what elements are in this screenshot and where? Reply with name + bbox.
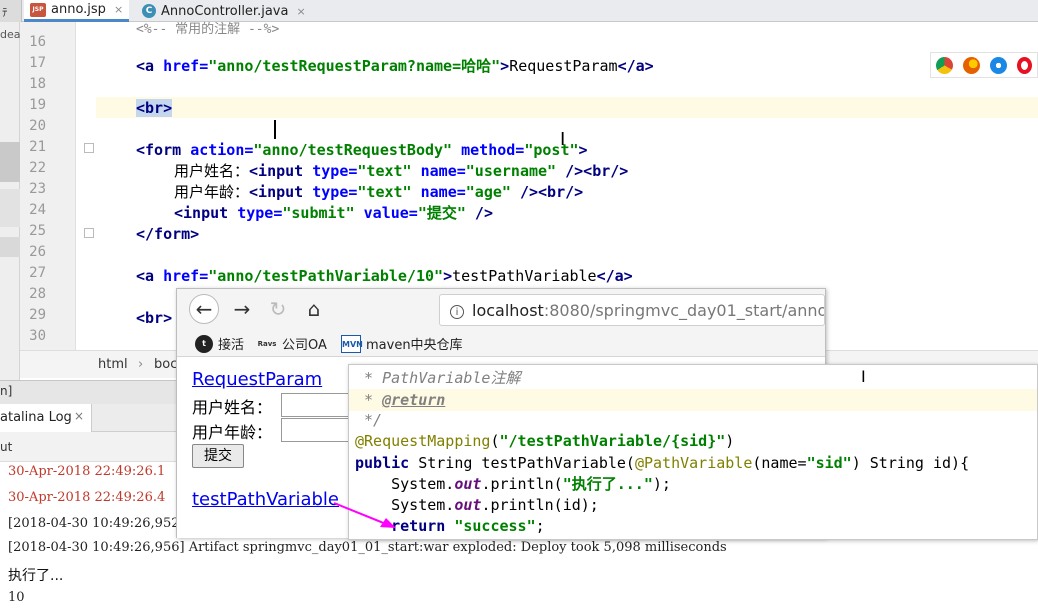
line-number: 24 [29,202,46,218]
address-bar[interactable]: i localhost:8080/springmvc_day01_start/an… [439,294,825,326]
fold-marker-icon[interactable] [84,143,94,153]
reload-button[interactable]: ↻ [263,295,293,323]
console-line: 10 [8,590,25,605]
info-icon[interactable]: i [450,305,464,319]
t-circle-icon: t [195,334,213,353]
age-input[interactable] [281,418,353,442]
jsp-file-icon: JSP [30,2,46,17]
firefox-icon[interactable] [963,56,980,74]
line-number: 21 [29,139,46,155]
popup-code-line: System.out.println("执行了..."); [355,475,671,493]
breadcrumb-item[interactable]: html [98,357,128,372]
popup-comment-line: */ [355,411,383,429]
testpathvariable-link[interactable]: testPathVariable [192,489,339,510]
breadcrumb-separator: › [138,357,144,372]
line-number: 22 [29,160,46,176]
line-number: 30 [29,328,46,344]
controller-code-popup: * PathVariable注解 * @return */ @RequestMa… [348,364,1038,540]
console-line: 30-Apr-2018 22:49:26.1 [8,464,166,479]
code-line-22: 用户姓名：<input type="text" name="username" … [174,162,629,180]
username-input[interactable] [281,393,353,417]
bookmark-item[interactable]: Ravs 公司OA [257,334,327,353]
output-label[interactable]: ut [0,440,12,454]
i-beam-cursor-icon: I [560,129,566,150]
console-line: 30-Apr-2018 22:49:26.4 [8,490,166,505]
breadcrumb-item[interactable]: boc [154,357,177,372]
project-panel-stub[interactable]: ﾃ [0,0,22,22]
line-number: 16 [29,34,46,50]
popup-comment-line: * @return [355,391,446,409]
tab-catalina-log[interactable]: atalina Log × [0,404,92,432]
age-label: 用户年龄： [192,423,273,442]
current-line-highlight [96,97,1038,118]
popup-code-line: return "success"; [355,517,545,535]
code-line-21: <form action="anno/testRequestBody" meth… [136,141,588,159]
code-line-17: <a href="anno/testRequestParam?name=哈哈">… [136,57,654,75]
code-line-27: <a href="anno/testPathVariable/10">testP… [136,267,633,285]
line-number: 26 [29,244,46,260]
tab-label: AnnoController.java [161,3,289,19]
bookmarks-bar: t 接活 Ravs 公司OA MVN maven中央仓库 [177,329,825,357]
bookmark-label: 公司OA [282,338,327,353]
console-line: 执行了... [8,568,64,584]
line-number: 20 [29,118,46,134]
rail-marker [0,142,20,182]
fold-marker-icon[interactable] [84,228,94,238]
username-label: 用户姓名： [192,398,273,417]
rail-marker [0,189,20,227]
current-line-highlight [349,389,1037,411]
i-beam-cursor-icon: I [861,367,866,386]
line-number: 29 [29,307,46,323]
code-line-16: <%-- 常用的注解 --%> [136,22,280,37]
bookmark-item[interactable]: t 接活 [195,334,244,353]
run-panel-label[interactable]: n] [0,384,12,398]
submit-button[interactable]: 提交 [192,444,244,468]
browser-nav-bar: ← → ↻ ⌂ i localhost:8080/springmvc_day01_… [177,289,825,329]
browser-launcher-bar [930,52,1038,78]
line-number: 28 [29,286,46,302]
code-line-24: <input type="submit" value="提交" /> [174,204,493,222]
opera-icon[interactable] [1017,56,1032,74]
rail-label: dea [0,28,21,41]
close-icon[interactable]: × [74,409,84,423]
mvn-icon: MVN [341,334,363,353]
code-line-25: </form> [136,225,200,243]
popup-code-line: System.out.println(id); [355,496,599,514]
bookmark-item[interactable]: MVN maven中央仓库 [341,334,463,353]
tab-label: atalina Log [0,410,72,425]
line-number: 23 [29,181,46,197]
code-line-29: <br> [136,309,173,327]
url-host: localhost [472,301,544,320]
tab-label: anno.jsp [51,2,106,17]
close-icon[interactable]: × [296,5,305,18]
requestparam-link[interactable]: RequestParam [192,369,322,390]
line-number: 25 [29,223,46,239]
home-button[interactable]: ⌂ [299,295,329,323]
line-number: 19 [29,97,46,113]
back-button[interactable]: ← [189,294,219,324]
forward-button[interactable]: → [227,295,257,323]
popup-comment-line: * PathVariable注解 [355,369,521,387]
java-class-icon: C [142,4,156,18]
url-path: :8080/springmvc_day01_start/anno.jsp [543,301,825,320]
bookmark-label: 接活 [218,338,245,353]
popup-code-line: public String testPathVariable(@PathVari… [355,454,970,472]
code-line-23: 用户年龄：<input type="text" name="age" /><br… [174,183,584,201]
tab-anno-jsp[interactable]: JSP anno.jsp × [24,0,130,22]
console-line: [2018-04-30 10:49:26,956] Artifact sprin… [8,540,727,555]
ravs-icon: Ravs [257,339,277,348]
close-icon[interactable]: × [114,3,123,16]
text-caret [274,120,276,139]
tool-window-rail: dea [0,22,21,382]
rail-marker [0,237,20,257]
code-line-19: <br> [136,99,173,117]
line-number: 18 [29,76,46,92]
popup-code-line: @RequestMapping("/testPathVariable/{sid}… [355,432,735,450]
safari-icon[interactable] [990,56,1007,74]
bookmark-label: maven中央仓库 [366,338,463,353]
line-number: 27 [29,265,46,281]
line-number: 17 [29,55,46,71]
chrome-icon[interactable] [936,56,953,74]
